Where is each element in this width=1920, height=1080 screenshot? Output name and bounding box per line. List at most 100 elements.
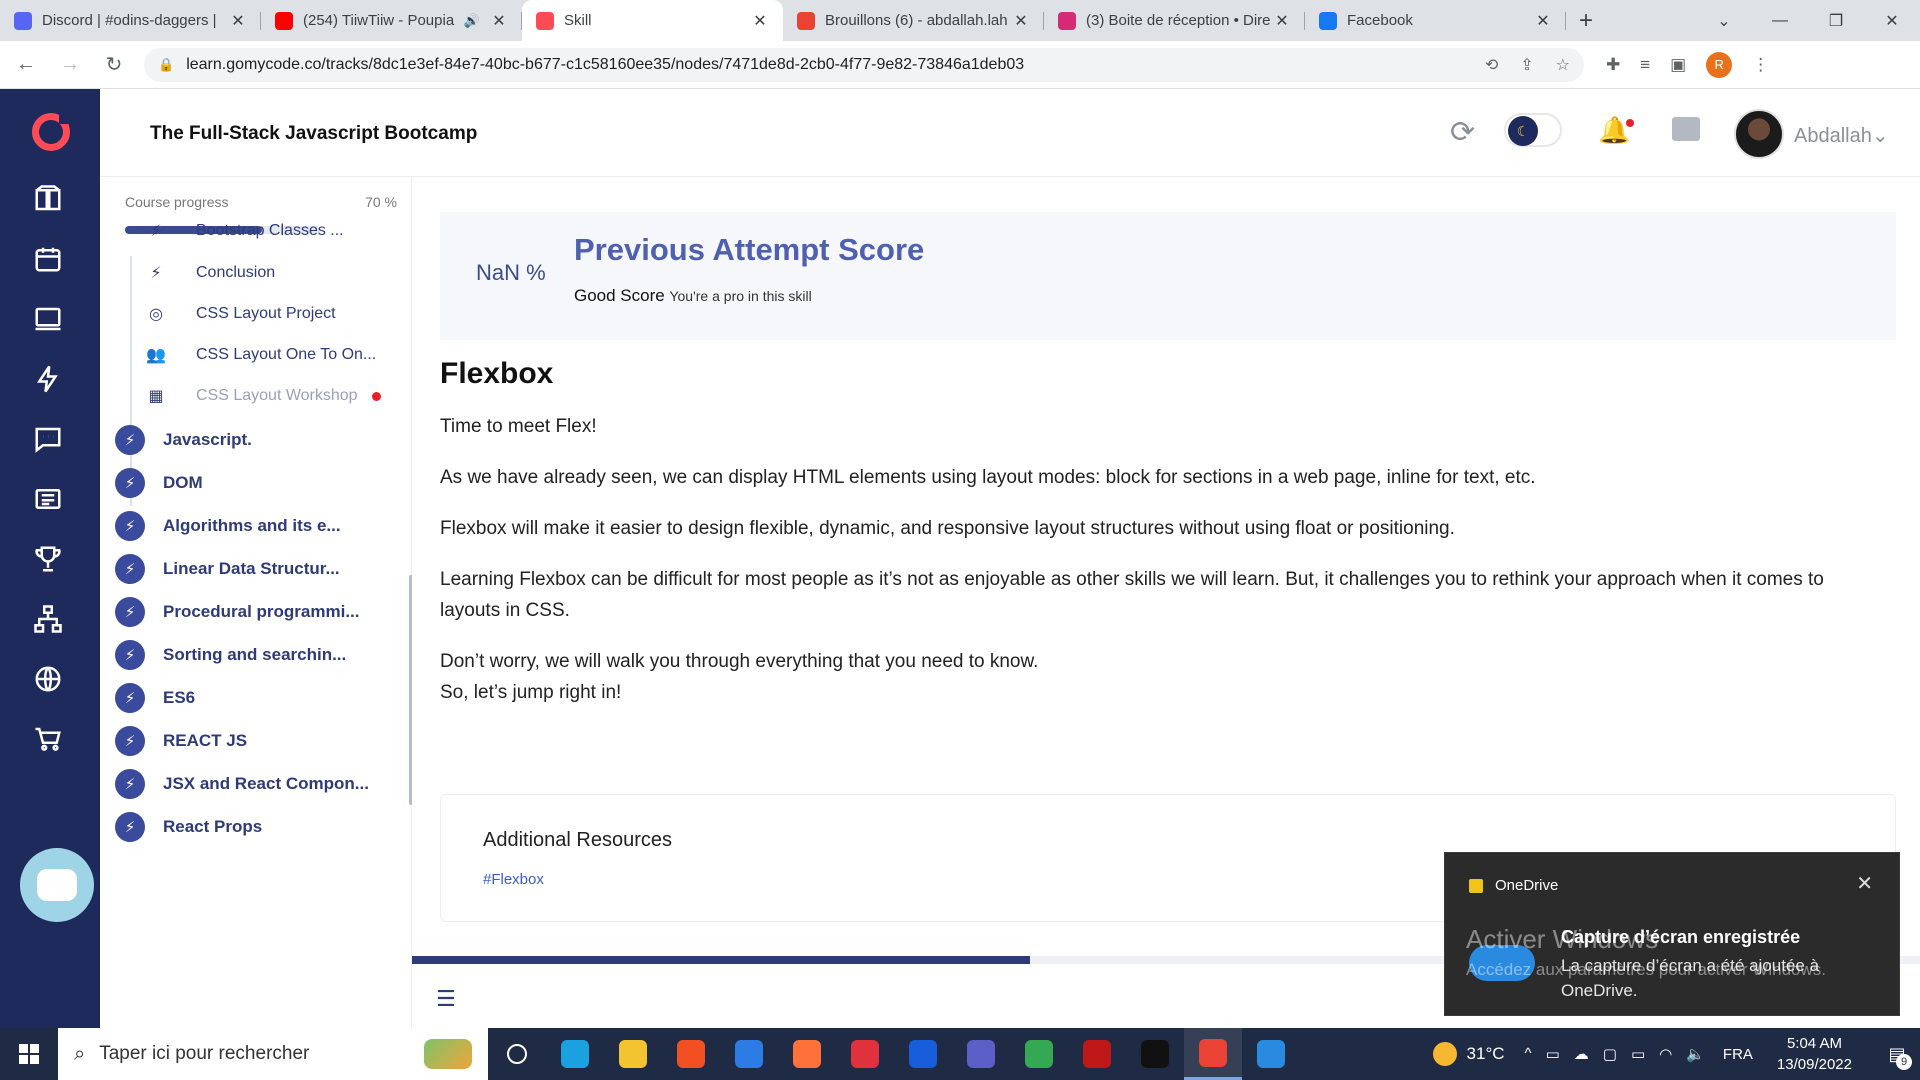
- lightning-icon[interactable]: [30, 361, 66, 397]
- laptop-icon[interactable]: [30, 301, 66, 337]
- lock-icon[interactable]: 🔒: [158, 57, 174, 73]
- minimize-button[interactable]: —: [1752, 0, 1808, 41]
- translate-icon[interactable]: ⟲: [1485, 55, 1498, 75]
- dark-mode-toggle[interactable]: ☾: [1504, 113, 1562, 147]
- address-bar[interactable]: 🔒 learn.gomycode.co/tracks/8dc1e3ef-84e7…: [144, 47, 1584, 82]
- outline-chapter[interactable]: ⚡ REACT JS: [115, 724, 247, 758]
- weather-widget[interactable]: 31°C: [1432, 1042, 1505, 1066]
- outline-sub-item[interactable]: 👥 CSS Layout One To On...: [146, 340, 376, 370]
- outline-toggle-icon[interactable]: ☰: [436, 986, 456, 1012]
- windows-taskbar: ⌕ Taper ici pour rechercher 31°C ^ ▭ ☁ ▢…: [0, 1028, 1920, 1080]
- notifications-bell-icon[interactable]: 🔔: [1598, 115, 1630, 146]
- chat-icon[interactable]: [30, 421, 66, 457]
- taskbar-app-chrome-profile[interactable]: [1184, 1028, 1242, 1080]
- taskbar-app-mail[interactable]: [720, 1028, 778, 1080]
- wifi-icon[interactable]: ◠: [1659, 1045, 1672, 1063]
- outline-chapter[interactable]: ⚡ JSX and React Compon...: [115, 767, 369, 801]
- taskbar-app-edge[interactable]: [546, 1028, 604, 1080]
- share-icon[interactable]: ⇪: [1520, 55, 1533, 75]
- browser-tab-0[interactable]: Discord | #odins-daggers | ✕: [0, 0, 261, 41]
- bitwarden-icon: [909, 1040, 937, 1068]
- taskbar-app-photos[interactable]: [1242, 1028, 1300, 1080]
- display-icon[interactable]: ▢: [1603, 1045, 1617, 1063]
- outline-chapter[interactable]: ⚡ DOM: [115, 466, 203, 500]
- taskbar-app-file-explorer[interactable]: [604, 1028, 662, 1080]
- taskbar-search[interactable]: ⌕ Taper ici pour rechercher: [58, 1028, 488, 1080]
- meet-icon[interactable]: ▭: [1546, 1045, 1560, 1063]
- clock[interactable]: 5:04 AM 13/09/2022: [1777, 1033, 1852, 1075]
- cloud-tray-icon[interactable]: ☁: [1574, 1045, 1589, 1063]
- taskbar-app-mcafee[interactable]: [1068, 1028, 1126, 1080]
- resource-tag-link[interactable]: #Flexbox: [483, 871, 544, 888]
- browser-tab-2[interactable]: Skill ✕: [522, 0, 783, 41]
- battery-icon[interactable]: ▭: [1631, 1045, 1645, 1063]
- outline-chapter[interactable]: ⚡ Sorting and searchin...: [115, 638, 346, 672]
- taskbar-app-task-view[interactable]: [488, 1028, 546, 1080]
- tab-close-icon[interactable]: ✕: [1534, 11, 1552, 31]
- outline-sub-item[interactable]: ▦ CSS Layout Workshop: [146, 381, 381, 411]
- taskbar-app-teams[interactable]: [952, 1028, 1010, 1080]
- globe-icon[interactable]: [30, 661, 66, 697]
- gomycode-logo[interactable]: [32, 112, 71, 151]
- media-control-icon[interactable]: ≡: [1640, 55, 1650, 75]
- outline-sub-item[interactable]: ◎ CSS Layout Project: [146, 299, 336, 329]
- user-menu[interactable]: Abdallah⌄: [1794, 123, 1889, 148]
- taskbar-app-valorant[interactable]: [836, 1028, 894, 1080]
- outline-sub-item[interactable]: ⚡ Bootstrap Classes ...: [146, 216, 343, 246]
- profile-avatar[interactable]: R: [1706, 51, 1733, 78]
- tab-search-icon[interactable]: ⌄: [1696, 0, 1752, 41]
- chevron-up-icon[interactable]: ^: [1525, 1045, 1532, 1063]
- new-tab-button[interactable]: +: [1566, 0, 1606, 41]
- outline-chapter[interactable]: ⚡ Linear Data Structur...: [115, 552, 340, 586]
- tab-close-icon[interactable]: ✕: [1273, 11, 1291, 31]
- side-panel-icon[interactable]: ▣: [1670, 55, 1686, 75]
- close-window-button[interactable]: ✕: [1864, 0, 1920, 41]
- cart-icon[interactable]: [30, 721, 66, 757]
- action-center-button[interactable]: ▤ 9: [1874, 1028, 1920, 1080]
- forward-button[interactable]: →: [52, 47, 88, 83]
- weather-icon: [1432, 1042, 1457, 1066]
- outline-sub-item[interactable]: ⚡ Conclusion: [146, 258, 275, 288]
- calendar-icon[interactable]: [30, 241, 66, 277]
- tab-close-icon[interactable]: ✕: [229, 11, 247, 31]
- trophy-icon[interactable]: [30, 541, 66, 577]
- outline-chapter[interactable]: ⚡ ES6: [115, 681, 195, 715]
- browser-tab-1[interactable]: (254) TiiwTiiw - Poupia 🔊 ✕: [261, 0, 522, 41]
- start-button[interactable]: [0, 1028, 58, 1080]
- outline-chapter[interactable]: ⚡ Javascript.: [115, 423, 252, 457]
- tab-close-icon[interactable]: ✕: [751, 11, 769, 31]
- username-label: Abdallah: [1794, 125, 1872, 147]
- volume-icon[interactable]: 🔈: [1686, 1045, 1705, 1063]
- taskbar-app-chrome[interactable]: [1010, 1028, 1068, 1080]
- menu-icon[interactable]: ⋮: [1752, 55, 1769, 75]
- taskbar-app-epic-games[interactable]: [1126, 1028, 1184, 1080]
- browser-tab-3[interactable]: Brouillons (6) - abdallah.lah ✕: [783, 0, 1044, 41]
- support-chat-button[interactable]: [20, 848, 94, 922]
- tracks-icon[interactable]: [30, 181, 66, 217]
- browser-tab-4[interactable]: (3) Boite de réception • Dire ✕: [1044, 0, 1305, 41]
- document-icon[interactable]: [30, 481, 66, 517]
- messages-icon[interactable]: [1672, 117, 1700, 141]
- taskbar-app-bitwarden[interactable]: [894, 1028, 952, 1080]
- outline-chapter[interactable]: ⚡ Procedural programmi...: [115, 595, 360, 629]
- language-indicator[interactable]: FRA: [1723, 1046, 1753, 1063]
- bookmark-star-icon[interactable]: ☆: [1556, 55, 1570, 75]
- refresh-icon[interactable]: ⟳: [1450, 115, 1475, 150]
- speaker-icon[interactable]: 🔊: [464, 13, 480, 29]
- tab-close-icon[interactable]: ✕: [1012, 11, 1030, 31]
- taskbar-app-firefox[interactable]: [778, 1028, 836, 1080]
- outline-chapter[interactable]: ⚡ Algorithms and its e...: [115, 509, 341, 543]
- tab-close-icon[interactable]: ✕: [490, 11, 508, 31]
- hierarchy-icon[interactable]: [30, 601, 66, 637]
- toast-close-button[interactable]: ✕: [1856, 871, 1873, 896]
- outline-chapter[interactable]: ⚡ React Props: [115, 810, 262, 844]
- taskbar-app-microsoft-store[interactable]: [662, 1028, 720, 1080]
- extensions-icon[interactable]: ✚: [1606, 55, 1620, 75]
- back-button[interactable]: ←: [8, 47, 44, 83]
- restore-button[interactable]: ❐: [1808, 0, 1864, 41]
- reload-button[interactable]: ↻: [96, 47, 132, 83]
- score-title: Previous Attempt Score: [574, 232, 925, 267]
- chapter-label: Linear Data Structur...: [163, 559, 340, 578]
- user-avatar[interactable]: [1734, 109, 1784, 159]
- browser-tab-5[interactable]: Facebook ✕: [1305, 0, 1566, 41]
